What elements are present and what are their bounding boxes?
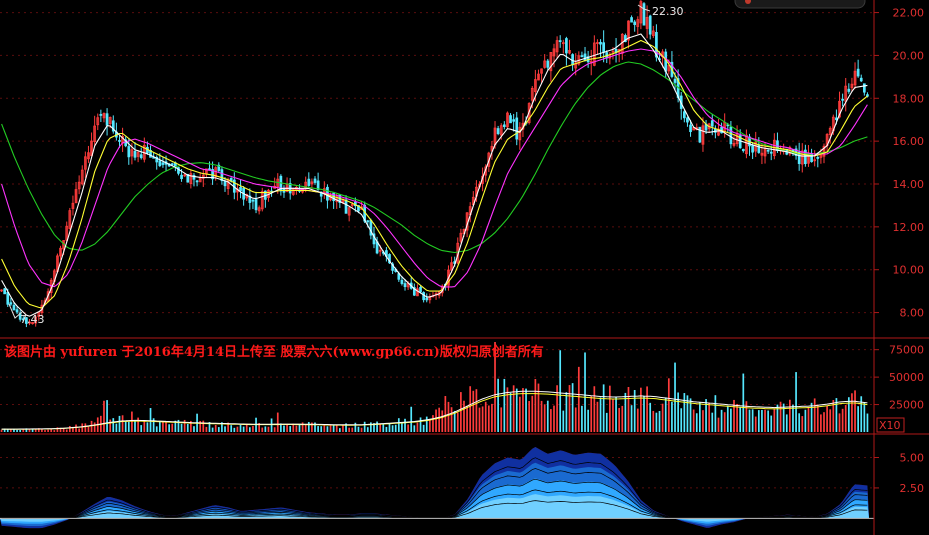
candle-body (751, 144, 754, 153)
candle-body (158, 160, 162, 167)
price-tick-label: 16.00 (893, 135, 925, 148)
candle-body (769, 151, 773, 154)
candle-body (419, 286, 422, 293)
candle-body (602, 42, 605, 53)
candle-body (515, 117, 519, 140)
candle-body (841, 98, 844, 101)
price-tick-label: 10.00 (893, 264, 925, 277)
price-candles (0, 0, 869, 328)
volume-multiplier-label: X10 (879, 419, 901, 432)
candle-body (15, 309, 19, 313)
candle-body (856, 68, 860, 77)
indicator-gridlines (0, 456, 874, 489)
candle-body (546, 60, 550, 68)
candle-body (400, 279, 404, 284)
ma20-line (1, 48, 868, 288)
candle-body (9, 302, 13, 305)
top-corner-button[interactable] (734, 0, 866, 9)
candle-body (766, 149, 770, 152)
candle-body (313, 178, 317, 183)
candle-body (682, 111, 686, 119)
volume-tick-label: 50000 (889, 371, 924, 384)
candle-body (847, 88, 851, 92)
candle-body (344, 199, 348, 214)
candle-body (133, 150, 137, 158)
candle-body (648, 15, 652, 35)
candle-body (496, 128, 500, 135)
candle-body (673, 78, 677, 83)
candle-body (425, 297, 429, 301)
candle-body (251, 199, 255, 202)
candle-body (509, 115, 512, 124)
indicator-axis-ticks: 5.00 2.50 (874, 451, 925, 495)
price-gridlines (0, 12, 874, 314)
moving-average-lines (1, 33, 868, 317)
candle-body (502, 124, 506, 128)
candle-body (127, 146, 131, 158)
candle-body (254, 198, 258, 211)
candle-body (664, 51, 668, 72)
candle-body (105, 113, 109, 126)
candle-body (630, 17, 633, 23)
candle-body (642, 3, 646, 26)
indicator-area (0, 447, 874, 529)
candle-body (580, 55, 584, 58)
price-tick-label: 12.00 (893, 221, 925, 234)
low-price-label: 7.43 (20, 313, 45, 326)
candle-body (512, 119, 515, 122)
candle-body (180, 174, 183, 180)
candle-body (816, 157, 820, 159)
candle-body (599, 41, 602, 45)
price-tick-label: 22.00 (893, 7, 925, 20)
candle-body (810, 153, 813, 163)
watermark-text: 该图片由 yufuren 于2016年4月14日上传至 股票六六(www.gp6… (4, 344, 544, 360)
candle-body (220, 169, 224, 182)
price-axis-ticks: 22.00 20.00 18.00 16.00 14.00 12.00 10.00 8.00 (874, 7, 924, 320)
candle-body (403, 283, 407, 288)
candle-body (118, 140, 121, 142)
volume-tick-label: 75000 (889, 344, 924, 357)
candle-body (307, 178, 311, 186)
price-tick-label: 18.00 (893, 92, 925, 105)
candle-body (686, 117, 689, 123)
price-tick-label: 20.00 (893, 49, 925, 62)
candle-body (729, 126, 733, 145)
candle-body (757, 144, 761, 153)
candle-body (583, 53, 587, 62)
candle-body (862, 83, 866, 93)
candle-body (239, 186, 242, 192)
candle-body (12, 304, 16, 311)
price-tick-label: 8.00 (900, 307, 925, 320)
volume-tick-label: 25000 (889, 399, 924, 412)
volume-axis-ticks: 75000 50000 25000 (874, 344, 924, 412)
candle-body (633, 21, 637, 25)
candle-body (859, 77, 863, 82)
stock-chart[interactable]: 22.0020.0018.0016.0014.0012.0010.008.00 … (0, 0, 929, 535)
candle-body (3, 288, 7, 295)
indicator-tick-label: 2.50 (900, 482, 925, 495)
candle-body (139, 154, 143, 159)
candle-body (741, 148, 745, 152)
candle-body (689, 124, 692, 133)
candle-body (565, 38, 568, 54)
candle-body (170, 163, 174, 166)
candle-body (195, 180, 199, 183)
candle-body (558, 40, 562, 43)
indicator-tick-label: 5.00 (900, 451, 925, 464)
candle-body (6, 291, 10, 305)
candle-body (366, 220, 370, 223)
candle-body (161, 162, 165, 165)
price-tick-label: 14.00 (893, 178, 925, 191)
ma5-line (1, 33, 868, 317)
ma10-line (1, 39, 868, 309)
candle-body (422, 292, 425, 301)
candle-body (223, 180, 227, 187)
candle-body (710, 120, 714, 127)
candle-body (208, 168, 211, 171)
candle-body (99, 114, 103, 116)
high-price-label: 22.30 (652, 5, 684, 18)
